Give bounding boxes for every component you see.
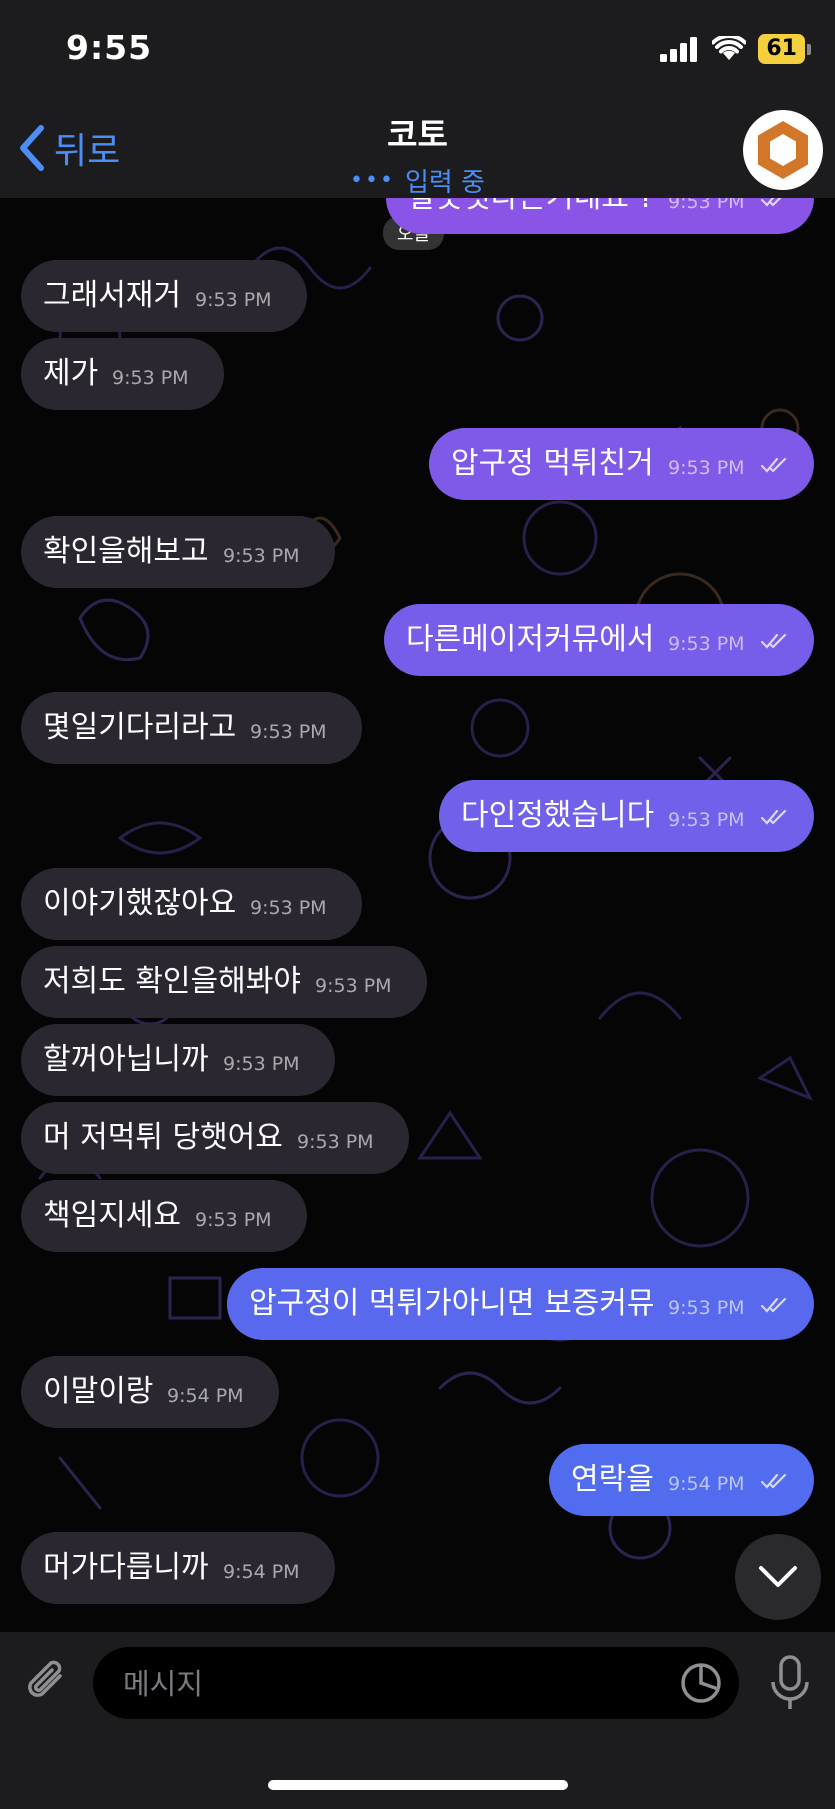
status-icons: 61 — [660, 34, 811, 64]
message-time: 9:53 PM — [250, 897, 327, 919]
composer — [0, 1632, 835, 1809]
message-text: 이말이랑 — [43, 1374, 154, 1409]
message-time: 9:53 PM — [668, 633, 745, 655]
wifi-icon — [712, 36, 747, 60]
signal-icon — [660, 37, 698, 62]
incoming-message[interactable]: 책임지세요 9:53 PM — [21, 1180, 307, 1252]
status-bar: 9:55 61 — [0, 0, 835, 100]
message-text: 머 저먹튀 당햇어요 — [43, 1120, 283, 1155]
incoming-message[interactable]: 이말이랑 9:54 PM — [21, 1356, 279, 1428]
message-text: 확인을해보고 — [43, 534, 209, 569]
message-time: 9:53 PM — [223, 1053, 300, 1075]
message-text: 제가 — [43, 356, 99, 391]
attach-button[interactable] — [20, 1654, 72, 1714]
paperclip-icon — [28, 1660, 62, 1697]
voice-button[interactable] — [769, 1654, 811, 1716]
outgoing-message[interactable]: 연락을 9:54 PM — [549, 1444, 814, 1516]
read-checks-icon — [760, 457, 787, 473]
message-time: 9:53 PM — [668, 809, 745, 831]
message-time: 9:53 PM — [297, 1131, 374, 1153]
outgoing-message[interactable]: 압구정 먹튀친거 9:53 PM — [429, 428, 814, 500]
incoming-message[interactable]: 이야기했잖아요 9:53 PM — [21, 868, 362, 940]
incoming-message[interactable]: 저희도 확인을해봐야 9:53 PM — [21, 946, 427, 1018]
scroll-to-bottom-button[interactable] — [735, 1534, 821, 1620]
read-checks-icon — [760, 1473, 787, 1489]
message-time: 9:54 PM — [668, 1473, 745, 1495]
message-input-box[interactable] — [93, 1647, 739, 1721]
read-checks-icon — [760, 1297, 787, 1313]
avatar[interactable] — [743, 110, 823, 190]
message-time: 9:54 PM — [167, 1385, 244, 1407]
microphone-icon — [771, 1655, 809, 1709]
incoming-message[interactable]: 머가다릅니까 9:54 PM — [21, 1532, 335, 1604]
message-time: 9:53 PM — [668, 457, 745, 479]
incoming-message[interactable]: 머 저먹튀 당햇어요 9:53 PM — [21, 1102, 409, 1174]
message-time: 9:53 PM — [223, 545, 300, 567]
message-time: 9:53 PM — [195, 1209, 272, 1231]
avatar-hexagon-icon — [758, 121, 808, 179]
message-text: 연락을 — [571, 1462, 654, 1497]
chat-header: 뒤로 코토 ••• 입력 중 — [0, 100, 835, 198]
sticker-icon — [681, 1663, 721, 1703]
message-list[interactable]: 오늘 잘못됫다는거네요 ?9:53 PM그래서재거9:53 PM제가9:53 P… — [0, 198, 835, 1632]
message-input[interactable] — [121, 1647, 645, 1721]
typing-label: 입력 중 — [404, 168, 485, 198]
incoming-message[interactable]: 확인을해보고 9:53 PM — [21, 516, 335, 588]
battery-level: 61 — [758, 34, 805, 64]
message-text: 다인정했습니다 — [461, 798, 655, 833]
chat-title: 코토 — [387, 115, 448, 154]
message-text: 몇일기다리라고 — [43, 710, 237, 745]
read-checks-icon — [760, 198, 782, 207]
message-text: 압구정이 먹튀가아니면 보증커뮤 — [249, 1286, 655, 1321]
home-indicator — [268, 1780, 568, 1790]
message-text: 잘못됫다는거네요 ? — [408, 198, 654, 234]
message-time: 9:53 PM — [668, 198, 745, 213]
message-text: 다른메이저커뮤에서 — [406, 622, 655, 657]
chevron-down-icon — [759, 1566, 797, 1587]
message-time: 9:53 PM — [112, 367, 189, 389]
message-time: 9:53 PM — [250, 721, 327, 743]
typing-indicator: ••• 입력 중 — [0, 162, 835, 199]
outgoing-message[interactable]: 잘못됫다는거네요 ? 9:53 PM — [386, 198, 814, 234]
incoming-message[interactable]: 그래서재거 9:53 PM — [21, 260, 307, 332]
incoming-message[interactable]: 몇일기다리라고 9:53 PM — [21, 692, 362, 764]
sticker-button[interactable] — [679, 1661, 723, 1709]
message-text: 머가다릅니까 — [43, 1550, 209, 1585]
outgoing-message[interactable]: 다른메이저커뮤에서 9:53 PM — [384, 604, 814, 676]
chat-title-area[interactable]: 코토 ••• 입력 중 — [0, 108, 835, 199]
read-checks-icon — [760, 809, 787, 825]
incoming-message[interactable]: 할꺼아닙니까 9:53 PM — [21, 1024, 335, 1096]
message-text: 할꺼아닙니까 — [43, 1042, 209, 1077]
read-checks-icon — [760, 633, 787, 649]
message-time: 9:54 PM — [223, 1561, 300, 1583]
outgoing-message[interactable]: 다인정했습니다 9:53 PM — [439, 780, 814, 852]
message-time: 9:53 PM — [668, 1297, 745, 1319]
typing-dots: ••• — [350, 168, 395, 193]
battery-icon: 61 — [758, 34, 811, 64]
incoming-message[interactable]: 제가 9:53 PM — [21, 338, 224, 410]
message-text: 책임지세요 — [43, 1198, 181, 1233]
message-text: 압구정 먹튀친거 — [451, 446, 654, 481]
message-text: 저희도 확인을해봐야 — [43, 964, 301, 999]
message-text: 그래서재거 — [43, 278, 181, 313]
outgoing-message[interactable]: 압구정이 먹튀가아니면 보증커뮤 9:53 PM — [227, 1268, 814, 1340]
message-time: 9:53 PM — [315, 975, 392, 997]
message-text: 이야기했잖아요 — [43, 886, 237, 921]
clock: 9:55 — [66, 28, 153, 67]
message-time: 9:53 PM — [195, 289, 272, 311]
